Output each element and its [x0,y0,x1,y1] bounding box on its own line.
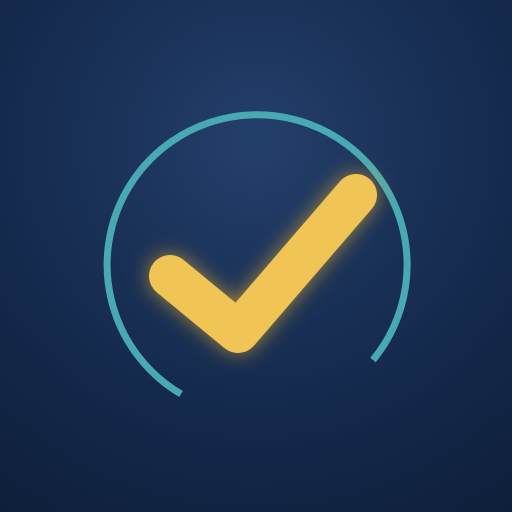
app-icon-tile [0,0,512,512]
app-icon [103,111,411,398]
checkmark-icon [149,174,377,353]
progress-ring-arc [103,111,411,398]
